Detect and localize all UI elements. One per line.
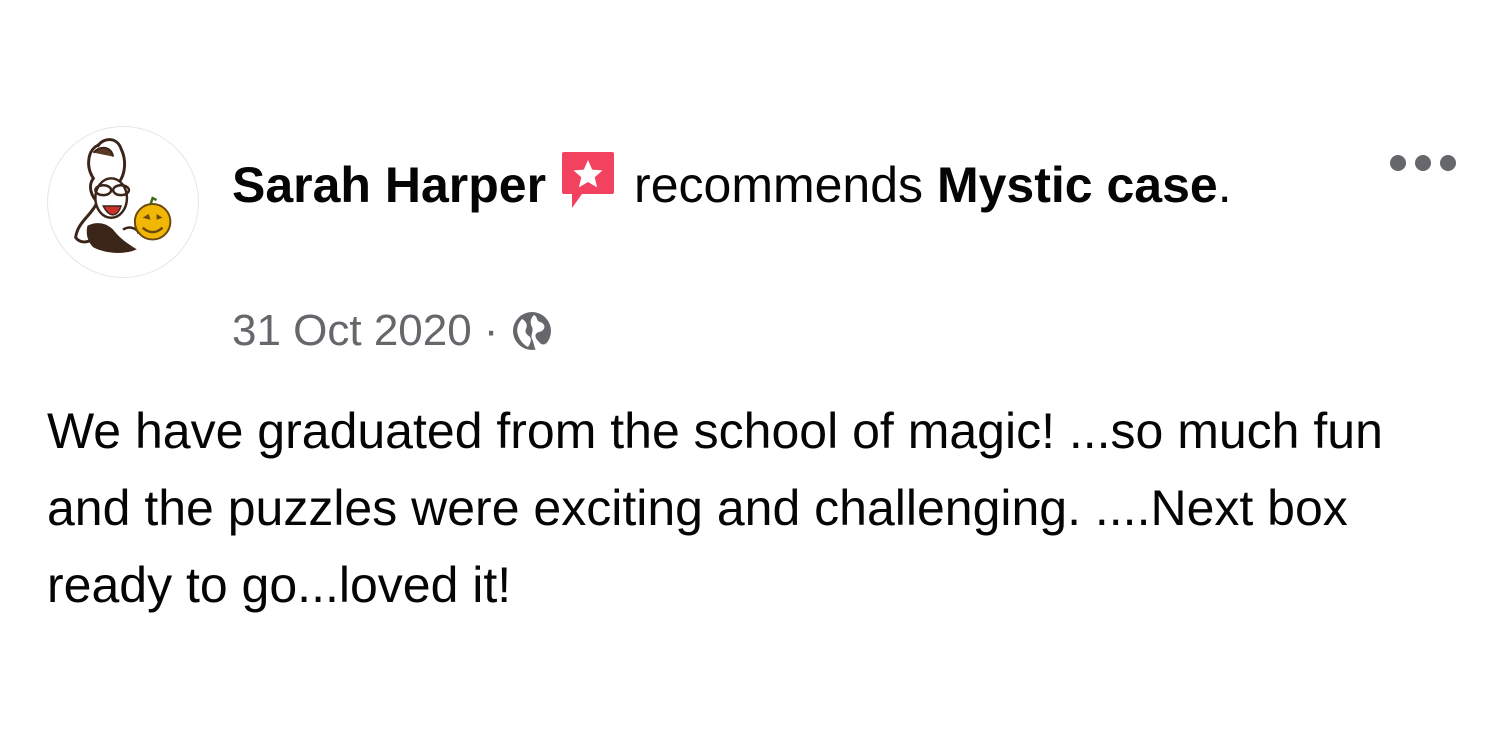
recommendation-post: Sarah Harper recommends Mystic case. 31 … xyxy=(0,0,1500,750)
author-name[interactable]: Sarah Harper xyxy=(232,157,546,213)
page-name-suffix: . xyxy=(1217,157,1232,213)
more-dot-icon xyxy=(1390,155,1406,171)
avatar[interactable] xyxy=(47,126,199,278)
globe-icon[interactable] xyxy=(510,309,554,353)
more-dot-icon xyxy=(1440,155,1456,171)
page-name-link[interactable]: Mystic case xyxy=(937,157,1218,213)
recommendation-star-icon xyxy=(560,150,616,212)
more-options-button[interactable] xyxy=(1390,150,1456,176)
recommends-text: recommends xyxy=(634,157,924,213)
more-dot-icon xyxy=(1415,155,1431,171)
meta-separator: · xyxy=(483,306,499,355)
post-meta: 31 Oct 2020 · xyxy=(232,303,554,359)
post-header: Sarah Harper recommends Mystic case. xyxy=(232,146,1292,224)
post-date[interactable]: 31 Oct 2020 xyxy=(232,303,472,359)
post-body: We have graduated from the school of mag… xyxy=(47,403,1383,613)
avatar-caricature-illustration xyxy=(74,138,172,253)
